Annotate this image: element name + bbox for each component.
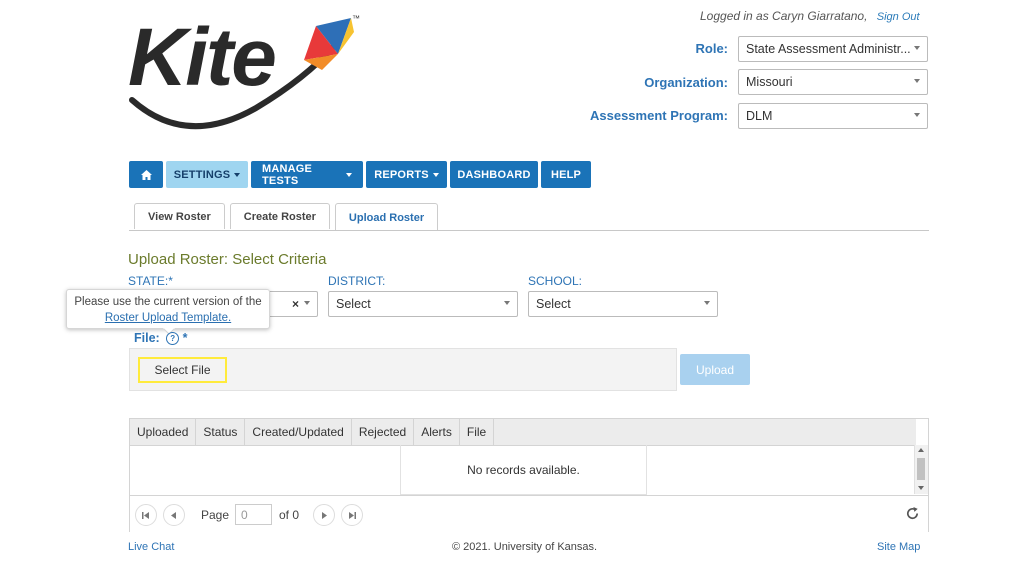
page-word: Page xyxy=(201,508,230,522)
column-header-file[interactable]: File xyxy=(460,419,495,445)
nav-reports-label: REPORTS xyxy=(374,168,429,181)
chevron-down-icon xyxy=(504,301,510,305)
tooltip-text: Please use the current version of the xyxy=(74,296,262,308)
first-page-button[interactable] xyxy=(135,504,157,526)
page-number-input[interactable]: 0 xyxy=(235,504,272,525)
chevron-down-icon xyxy=(914,46,920,50)
tab-view-roster[interactable]: View Roster xyxy=(134,203,225,229)
next-page-button[interactable] xyxy=(313,504,335,526)
last-page-icon xyxy=(349,511,356,519)
state-label: STATE:* xyxy=(128,274,173,288)
vertical-scrollbar[interactable] xyxy=(914,445,928,494)
live-chat-link[interactable]: Live Chat xyxy=(128,541,174,553)
district-label: DISTRICT: xyxy=(328,274,386,288)
upload-button[interactable]: Upload xyxy=(680,354,750,385)
upload-history-grid: Uploaded Status Created/Updated Rejected… xyxy=(129,418,929,532)
nav-dashboard-label: DASHBOARD xyxy=(457,168,531,181)
roster-template-tooltip: Please use the current version of the Ro… xyxy=(66,289,270,335)
main-nav: SETTINGS MANAGE TESTS REPORTS DASHBOARD … xyxy=(129,161,591,188)
caret-down-icon xyxy=(234,172,241,177)
nav-help-label: HELP xyxy=(550,168,582,181)
column-header-status[interactable]: Status xyxy=(196,419,246,445)
tab-upload-roster[interactable]: Upload Roster xyxy=(334,203,439,231)
district-select[interactable]: Select xyxy=(328,291,518,317)
copyright-text: © 2021. University of Kansas. xyxy=(452,541,598,553)
site-map-link[interactable]: Site Map xyxy=(877,541,920,553)
home-icon xyxy=(140,169,152,180)
nav-settings-label: SETTINGS xyxy=(173,168,231,181)
nav-reports[interactable]: REPORTS xyxy=(366,161,447,188)
logged-in-text: Logged in as Caryn Giarratano, xyxy=(700,9,868,23)
column-header-created-updated[interactable]: Created/Updated xyxy=(245,419,352,445)
school-label: SCHOOL: xyxy=(528,274,583,288)
assessment-program-label: Assessment Program: xyxy=(590,108,728,123)
chevron-down-icon xyxy=(304,301,310,305)
page-count: of 0 xyxy=(279,508,300,522)
column-header-rejected[interactable]: Rejected xyxy=(352,419,415,445)
logged-in-status: Logged in as Caryn Giarratano, Sign Out xyxy=(700,9,920,23)
school-select-value: Select xyxy=(536,297,571,311)
caret-down-icon xyxy=(346,172,352,177)
grid-body: No records available. xyxy=(130,445,916,495)
nav-manage-tests-label: MANAGE TESTS xyxy=(262,162,313,187)
file-label-text: File: xyxy=(134,331,160,345)
roster-tabs: View Roster Create Roster Upload Roster xyxy=(134,203,439,231)
home-button[interactable] xyxy=(129,161,163,188)
previous-page-icon xyxy=(171,511,176,519)
nav-dashboard[interactable]: DASHBOARD xyxy=(450,161,538,188)
role-label: Role: xyxy=(695,41,729,56)
nav-help[interactable]: HELP xyxy=(541,161,591,188)
organization-label: Organization: xyxy=(644,75,728,90)
scroll-up-icon[interactable] xyxy=(918,448,924,452)
role-select-value: State Assessment Administr... xyxy=(746,42,911,56)
tab-create-roster[interactable]: Create Roster xyxy=(229,203,330,229)
scroll-thumb[interactable] xyxy=(917,458,925,480)
file-label: File: ? * xyxy=(134,331,188,346)
assessment-program-value: DLM xyxy=(746,109,773,123)
role-select[interactable]: State Assessment Administr... xyxy=(738,36,928,62)
logo-text: Kite xyxy=(128,12,277,103)
organization-select-value: Missouri xyxy=(746,75,793,89)
roster-upload-template-link[interactable]: Roster Upload Template. xyxy=(105,312,231,324)
previous-page-button[interactable] xyxy=(163,504,185,526)
scroll-down-icon[interactable] xyxy=(918,486,924,490)
caret-down-icon xyxy=(432,172,439,177)
organization-select[interactable]: Missouri xyxy=(738,69,928,95)
required-marker: * xyxy=(182,331,188,345)
kite-logo: Kite ™ xyxy=(126,8,366,130)
clear-icon[interactable]: × xyxy=(292,297,299,311)
school-select[interactable]: Select xyxy=(528,291,718,317)
refresh-icon[interactable] xyxy=(905,506,920,521)
column-header-uploaded[interactable]: Uploaded xyxy=(130,419,197,445)
select-file-button[interactable]: Select File xyxy=(138,357,227,383)
nav-settings[interactable]: SETTINGS xyxy=(166,161,248,188)
sign-out-link[interactable]: Sign Out xyxy=(877,11,920,23)
tab-divider xyxy=(129,230,929,231)
district-select-value: Select xyxy=(336,297,371,311)
next-page-icon xyxy=(322,511,327,519)
last-page-button[interactable] xyxy=(341,504,363,526)
chevron-down-icon xyxy=(704,301,710,305)
column-header-alerts[interactable]: Alerts xyxy=(414,419,460,445)
nav-manage-tests[interactable]: MANAGE TESTS xyxy=(251,161,363,188)
assessment-program-select[interactable]: DLM xyxy=(738,103,928,129)
chevron-down-icon xyxy=(914,113,920,117)
empty-message: No records available. xyxy=(400,445,647,495)
first-page-icon xyxy=(142,511,149,519)
trademark-symbol: ™ xyxy=(352,14,360,23)
section-title: Upload Roster: Select Criteria xyxy=(128,251,327,268)
help-icon[interactable]: ? xyxy=(166,332,180,346)
chevron-down-icon xyxy=(914,79,920,83)
grid-header: Uploaded Status Created/Updated Rejected… xyxy=(130,419,916,446)
grid-pager: Page 0 of 0 xyxy=(130,495,928,532)
